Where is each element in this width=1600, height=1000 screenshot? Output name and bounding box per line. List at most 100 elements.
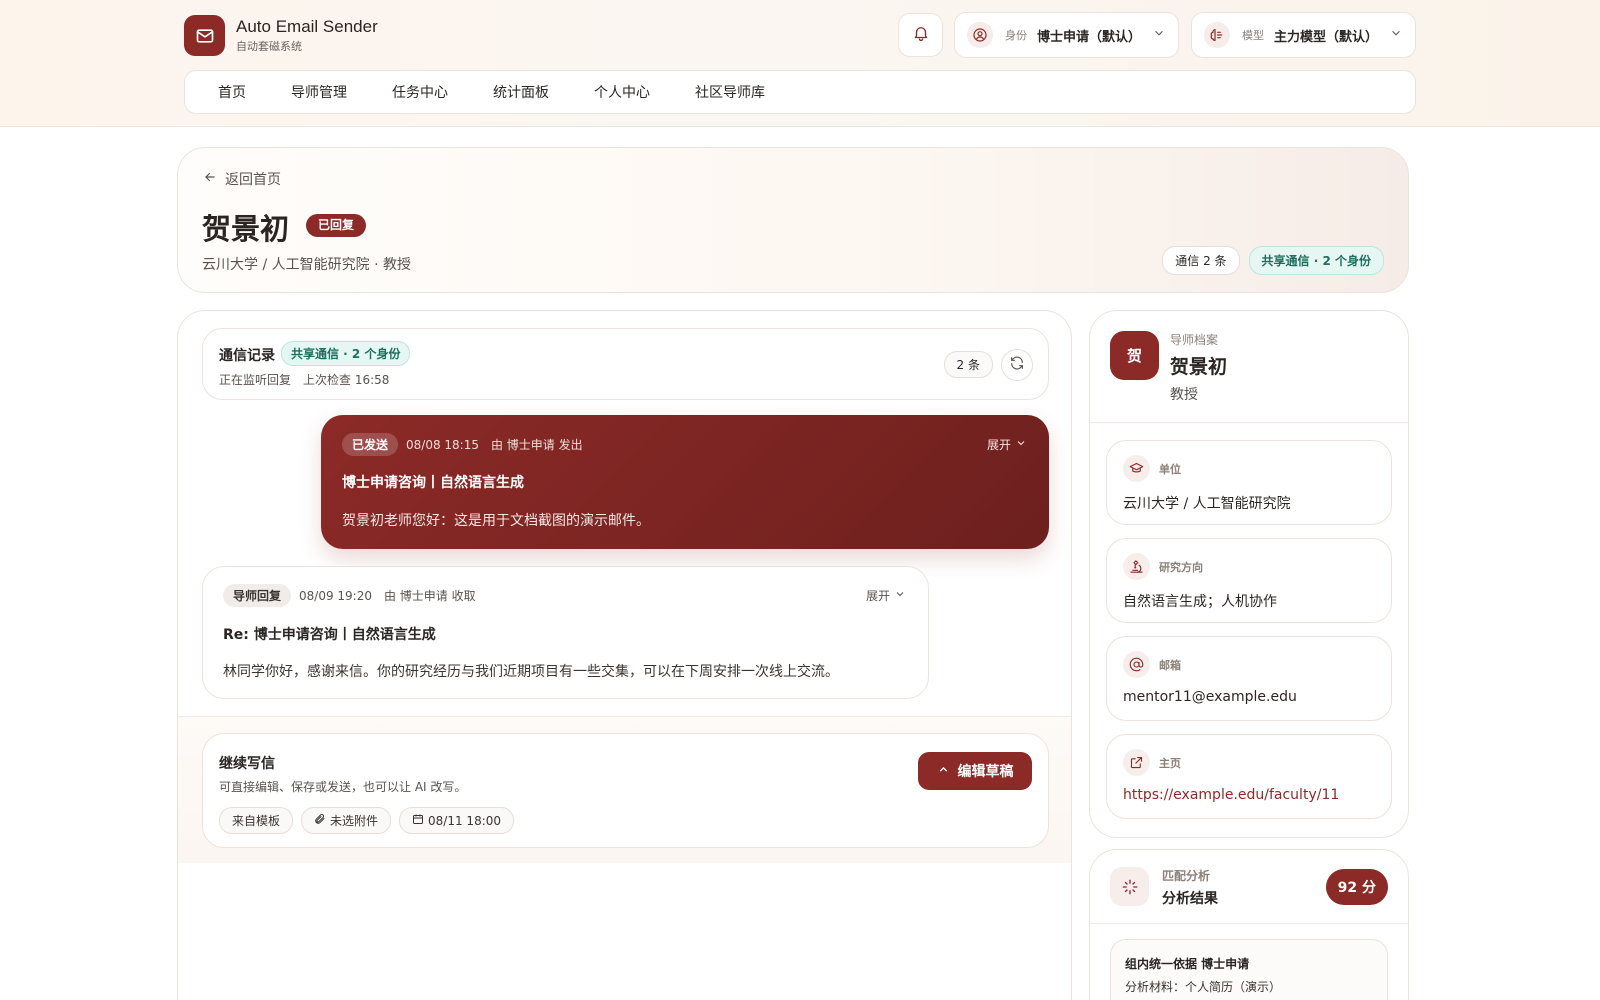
- attachment-chip[interactable]: 未选附件: [301, 807, 392, 834]
- compose-section: 继续写信 可直接编辑、保存或发送，也可以让 AI 改写。 编辑草稿 来自模板 未…: [178, 716, 1071, 863]
- arrow-left-icon: [203, 170, 217, 188]
- shared-chip: 共享通信 · 2 个身份: [1248, 246, 1384, 275]
- paperclip-icon: [314, 813, 330, 828]
- bell-icon: [912, 24, 930, 46]
- communication-panel: 通信记录 共享通信 · 2 个身份 正在监听回复 上次检查 16:58 2 条 …: [177, 310, 1072, 1000]
- notification-button[interactable]: [898, 13, 943, 57]
- sent-subject: 博士申请咨询丨自然语言生成: [342, 475, 524, 491]
- match-material: 分析材料：个人简历（演示）: [1125, 980, 1282, 994]
- profile-name: 贺景初: [1170, 356, 1228, 378]
- status-badge: 已回复: [306, 214, 367, 237]
- reply-meta: 08/09 19:20 由 博士申请 收取: [299, 589, 476, 603]
- sent-tag: 已发送: [342, 433, 399, 456]
- mentor-affiliation: 云川大学 / 人工智能研究院 · 教授: [202, 257, 411, 273]
- homepage-label: 主页: [1159, 757, 1181, 770]
- identity-selector[interactable]: 身份 博士申请（默认）: [954, 12, 1179, 58]
- nav-item-profile[interactable]: 个人中心: [594, 82, 650, 102]
- mentor-hero: 返回首页 贺景初 已回复 云川大学 / 人工智能研究院 · 教授 通信 2 条 …: [177, 147, 1409, 293]
- reply-tag: 导师回复: [223, 584, 292, 607]
- match-score-badge: 92 分: [1325, 869, 1388, 905]
- nav-item-tasks[interactable]: 任务中心: [392, 82, 448, 102]
- profile-header: 贺 导师档案 贺景初 教授: [1090, 311, 1408, 423]
- expand-label: 展开: [865, 589, 890, 603]
- compose-card: 继续写信 可直接编辑、保存或发送，也可以让 AI 改写。 编辑草稿 来自模板 未…: [202, 733, 1049, 848]
- model-value: 主力模型（默认）: [1274, 29, 1379, 45]
- model-selector[interactable]: 模型 主力模型（默认）: [1191, 12, 1416, 58]
- reply-message[interactable]: 导师回复 08/09 19:20 由 博士申请 收取 展开 Re: 博士申请咨询…: [202, 566, 929, 699]
- main-nav: 首页 导师管理 任务中心 统计面板 个人中心 社区导师库: [184, 70, 1416, 114]
- nav-item-community[interactable]: 社区导师库: [695, 82, 765, 102]
- expand-label: 展开: [986, 438, 1011, 452]
- sent-message[interactable]: 已发送 08/08 18:15 由 博士申请 发出 展开 博士申请咨询丨自然语言…: [321, 415, 1049, 549]
- communication-title: 通信记录: [219, 348, 275, 364]
- mentor-name: 贺景初: [202, 212, 290, 246]
- top-header: Auto Email Sender 自动套磁系统 身份 博士申请（默认） 模型 …: [0, 0, 1600, 127]
- app-title: Auto Email Sender: [236, 16, 378, 36]
- sparkle-icon: [1110, 867, 1149, 906]
- expand-button[interactable]: 展开: [866, 587, 906, 604]
- user-circle-icon: [967, 22, 993, 48]
- match-kicker: 匹配分析: [1162, 869, 1211, 883]
- edit-draft-label: 编辑草稿: [957, 764, 1014, 780]
- chevron-down-icon: [1015, 437, 1027, 452]
- research-label: 研究方向: [1159, 561, 1203, 574]
- nav-item-mentors[interactable]: 导师管理: [291, 82, 347, 102]
- nav-item-stats[interactable]: 统计面板: [493, 82, 549, 102]
- email-card: 邮箱 mentor11@example.edu: [1106, 636, 1392, 721]
- template-chip[interactable]: 来自模板: [219, 807, 294, 834]
- research-value: 自然语言生成；人机协作: [1123, 594, 1277, 610]
- nav-item-home[interactable]: 首页: [218, 82, 246, 102]
- calendar-clock-icon: [412, 813, 428, 828]
- chevron-down-icon: [894, 588, 906, 603]
- email-label: 邮箱: [1159, 659, 1181, 672]
- at-sign-icon: [1123, 651, 1150, 678]
- profile-title: 教授: [1170, 387, 1198, 403]
- unit-value: 云川大学 / 人工智能研究院: [1123, 496, 1291, 512]
- mail-icon: [184, 15, 225, 56]
- research-card: 研究方向 自然语言生成；人机协作: [1106, 538, 1392, 623]
- unit-card: 单位 云川大学 / 人工智能研究院: [1106, 440, 1392, 525]
- external-link-icon: [1123, 749, 1150, 776]
- message-count: 2 条: [943, 351, 993, 378]
- divider: [1090, 923, 1408, 924]
- match-analysis-panel: 匹配分析 分析结果 92 分 组内统一依据 博士申请 分析材料：个人简历（演示）: [1089, 849, 1409, 1000]
- model-label: 模型: [1242, 29, 1264, 42]
- avatar: 贺: [1110, 331, 1159, 380]
- back-label: 返回首页: [225, 172, 281, 188]
- chevron-up-icon: [937, 763, 950, 780]
- expand-button[interactable]: 展开: [987, 436, 1027, 453]
- chevron-down-icon: [1389, 26, 1403, 44]
- shared-tag: 共享通信 · 2 个身份: [281, 341, 411, 366]
- template-label: 来自模板: [232, 814, 281, 828]
- sent-body: 贺景初老师您好：这是用于文档截图的演示邮件。: [342, 513, 650, 529]
- monitor-status: 正在监听回复 上次检查 16:58: [219, 373, 390, 387]
- email-value[interactable]: mentor11@example.edu: [1123, 689, 1297, 705]
- homepage-link[interactable]: https://example.edu/faculty/11: [1123, 787, 1339, 803]
- graduation-cap-icon: [1123, 455, 1150, 482]
- microscope-icon: [1123, 553, 1150, 580]
- unit-label: 单位: [1159, 463, 1181, 476]
- match-basis: 组内统一依据 博士申请: [1125, 957, 1250, 971]
- match-basis-card: 组内统一依据 博士申请 分析材料：个人简历（演示）: [1110, 939, 1388, 1000]
- match-title: 分析结果: [1162, 891, 1218, 907]
- message-count-chip: 通信 2 条: [1162, 246, 1240, 275]
- app-subtitle: 自动套磁系统: [236, 39, 302, 53]
- schedule-label: 08/11 18:00: [428, 813, 502, 828]
- chevron-down-icon: [1152, 26, 1166, 44]
- refresh-button[interactable]: [1001, 349, 1033, 381]
- brand[interactable]: Auto Email Sender 自动套磁系统: [184, 15, 378, 56]
- reply-subject: Re: 博士申请咨询丨自然语言生成: [223, 627, 436, 643]
- homepage-card: 主页 https://example.edu/faculty/11: [1106, 734, 1392, 819]
- profile-kicker: 导师档案: [1170, 333, 1219, 347]
- compose-description: 可直接编辑、保存或发送，也可以让 AI 改写。: [219, 780, 467, 794]
- identity-value: 博士申请（默认）: [1037, 29, 1142, 45]
- communication-header: 通信记录 共享通信 · 2 个身份 正在监听回复 上次检查 16:58 2 条: [202, 328, 1049, 400]
- identity-label: 身份: [1005, 29, 1027, 42]
- refresh-icon: [1009, 355, 1025, 375]
- back-link[interactable]: 返回首页: [203, 169, 281, 189]
- edit-draft-button[interactable]: 编辑草稿: [918, 752, 1032, 790]
- sent-meta: 08/08 18:15 由 博士申请 发出: [406, 438, 583, 452]
- schedule-chip[interactable]: 08/11 18:00: [399, 807, 515, 834]
- brain-icon: [1204, 22, 1230, 48]
- compose-title: 继续写信: [219, 756, 275, 772]
